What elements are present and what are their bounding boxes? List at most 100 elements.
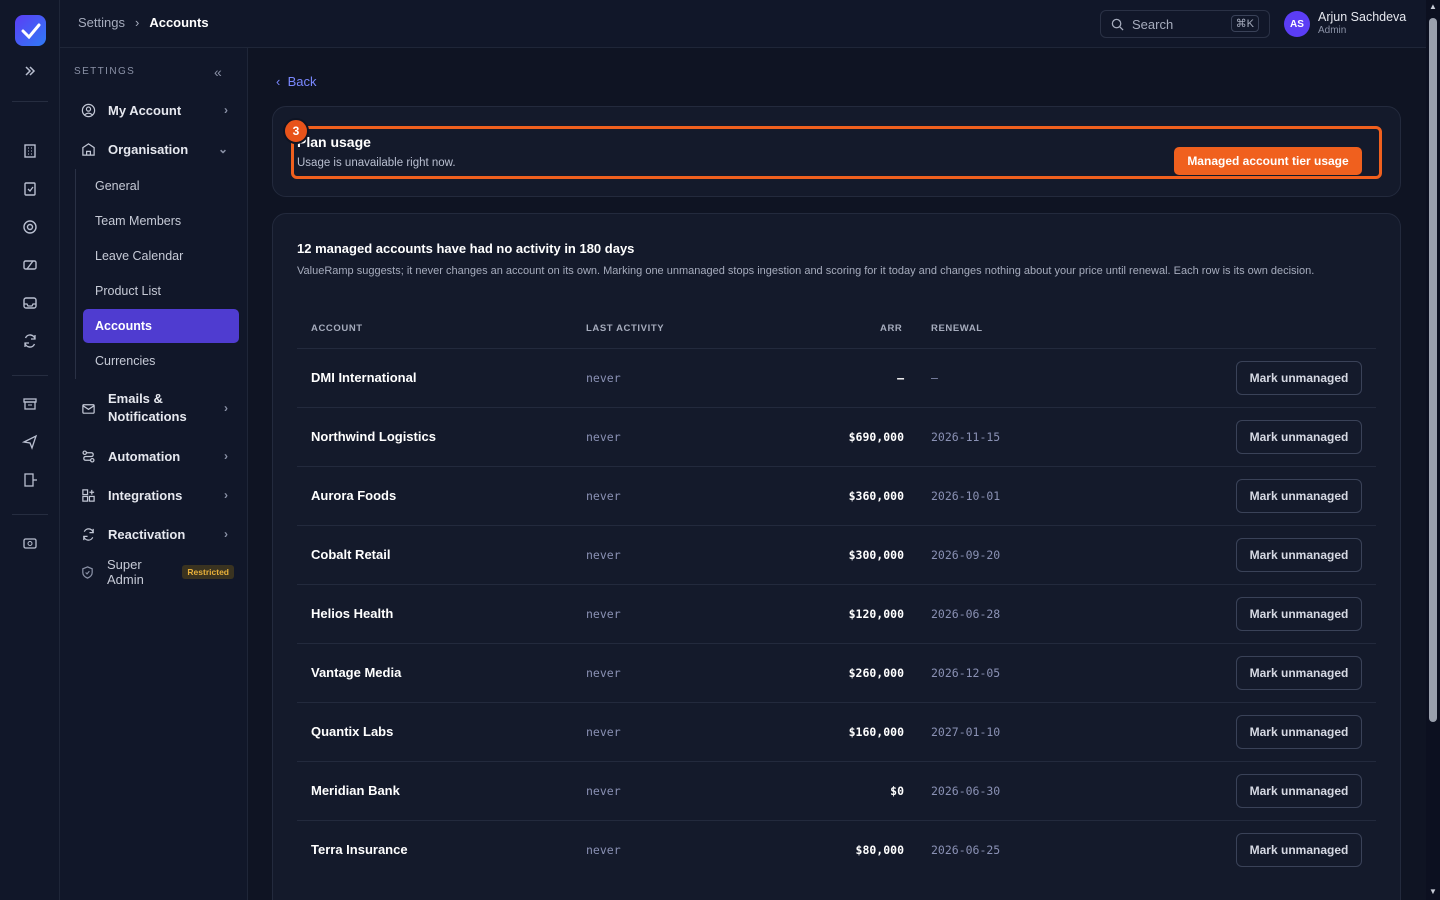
mark-unmanaged-button[interactable]: Mark unmanaged — [1236, 420, 1362, 454]
arr-value: $690,000 — [848, 430, 904, 444]
refresh-icon[interactable] — [20, 331, 40, 351]
chevron-right-icon: › — [224, 527, 228, 541]
sidebar-item-emails-notifications[interactable]: Emails & Notifications › — [74, 388, 234, 428]
arr-value: $300,000 — [848, 548, 904, 562]
breadcrumb-settings[interactable]: Settings — [78, 15, 125, 30]
breadcrumb-separator-icon: › — [134, 15, 140, 30]
account-name: Terra Insurance — [311, 842, 408, 857]
scroll-up-icon[interactable]: ▲ — [1429, 2, 1437, 11]
rail-divider — [12, 375, 48, 376]
column-header-arr: ARR — [880, 323, 903, 334]
document-check-icon[interactable] — [20, 179, 40, 199]
account-name: Helios Health — [311, 606, 394, 621]
billing-icon[interactable] — [20, 533, 40, 553]
send-icon[interactable] — [20, 432, 40, 452]
building-icon[interactable] — [20, 141, 40, 161]
renewal-date: 2026-11-15 — [931, 430, 1001, 444]
shield-icon — [80, 564, 95, 580]
user-name[interactable]: Arjun Sachdeva — [1318, 10, 1406, 24]
table-row: Cobalt Retail never $300,000 2026-09-20 Mark… — [297, 525, 1376, 584]
sidebar-item-label: Automation — [108, 448, 181, 464]
sidebar-item-my-account[interactable]: My Account › — [74, 93, 234, 127]
scrollbar-thumb[interactable] — [1429, 18, 1437, 722]
last-activity: never — [586, 784, 621, 798]
page-scrollbar[interactable]: ▲ ▼ — [1426, 0, 1440, 900]
sidebar-item-label: Organisation — [108, 141, 189, 157]
sidebar-item-label: Emails & — [108, 391, 163, 406]
archive-icon[interactable] — [20, 394, 40, 414]
mark-unmanaged-button[interactable]: Mark unmanaged — [1236, 715, 1362, 749]
sidebar-subitem-general[interactable]: General — [83, 169, 239, 203]
rail-divider — [12, 101, 48, 102]
renewal-date: 2026-06-30 — [931, 784, 1001, 798]
search-icon — [1111, 18, 1124, 31]
organisation-icon — [80, 141, 96, 157]
expand-icon[interactable] — [20, 61, 40, 81]
submenu-line — [75, 169, 76, 379]
mark-unmanaged-button[interactable]: Mark unmanaged — [1236, 656, 1362, 690]
last-activity: never — [586, 430, 621, 444]
sidebar-subitem-accounts[interactable]: Accounts — [83, 309, 239, 343]
search-box[interactable]: Search ⌘K — [1100, 10, 1270, 38]
sidebar-item-super-admin[interactable]: Super Admin Restricted — [74, 555, 234, 589]
sidebar-subitem-currencies[interactable]: Currencies — [83, 344, 239, 378]
sidebar-item-reactivation[interactable]: Reactivation › — [74, 517, 234, 551]
back-link[interactable]: ‹ Back — [276, 74, 316, 89]
column-header-account: ACCOUNT — [311, 323, 363, 334]
table-row: DMI International never — — Mark unmanaged — [297, 348, 1376, 407]
account-name: Vantage Media — [311, 665, 402, 680]
ticket-icon[interactable] — [20, 255, 40, 275]
arr-value: $160,000 — [848, 725, 904, 739]
reactivation-icon — [80, 526, 96, 542]
last-activity: never — [586, 843, 621, 857]
mark-unmanaged-button[interactable]: Mark unmanaged — [1236, 538, 1362, 572]
table-row: Quantix Labs never $160,000 2027-01-10 Mark … — [297, 702, 1376, 761]
sidebar-item-organisation[interactable]: Organisation ⌄ — [74, 132, 234, 166]
sidebar-subitem-product-list[interactable]: Product List — [83, 274, 239, 308]
column-header-last-activity: LAST ACTIVITY — [586, 323, 665, 334]
table-row: Meridian Bank never $0 2026-06-30 Mark unman… — [297, 761, 1376, 820]
last-activity: never — [586, 607, 621, 621]
app-logo-icon[interactable] — [15, 15, 46, 46]
column-header-renewal: RENEWAL — [931, 323, 983, 334]
chevron-right-icon: › — [224, 103, 228, 117]
arr-value: $260,000 — [848, 666, 904, 680]
avatar[interactable]: AS — [1284, 11, 1310, 37]
user-role: Admin — [1318, 25, 1347, 36]
table-row: Aurora Foods never $360,000 2026-10-01 Mark … — [297, 466, 1376, 525]
sidebar-item-label: My Account — [108, 102, 182, 118]
target-icon[interactable] — [20, 217, 40, 237]
managed-account-tier-usage-button[interactable]: Managed account tier usage — [1174, 147, 1362, 175]
main-content: ‹ Back Plan usage Usage is unavailable r… — [248, 48, 1426, 900]
plan-usage-title: Plan usage — [297, 134, 371, 150]
renewal-date: 2026-09-20 — [931, 548, 1001, 562]
sidebar-item-automation[interactable]: Automation › — [74, 439, 234, 473]
sidebar-subitem-leave-calendar[interactable]: Leave Calendar — [83, 239, 239, 273]
integrations-icon — [80, 487, 96, 503]
scroll-down-icon[interactable]: ▼ — [1429, 887, 1437, 896]
sidebar-item-integrations[interactable]: Integrations › — [74, 478, 234, 512]
renewal-date: — — [931, 371, 938, 385]
mark-unmanaged-button[interactable]: Mark unmanaged — [1236, 479, 1362, 513]
door-exit-icon[interactable] — [20, 470, 40, 490]
last-activity: never — [586, 725, 621, 739]
table-row: Helios Health never $120,000 2026-06-28 Mark… — [297, 584, 1376, 643]
step-badge: 3 — [283, 118, 309, 144]
mark-unmanaged-button[interactable]: Mark unmanaged — [1236, 361, 1362, 395]
inbox-icon[interactable] — [20, 293, 40, 313]
mark-unmanaged-button[interactable]: Mark unmanaged — [1236, 833, 1362, 867]
sidebar-item-label: Notifications — [108, 409, 187, 424]
last-activity: never — [586, 489, 621, 503]
arr-value: $360,000 — [848, 489, 904, 503]
rail-divider — [12, 514, 48, 515]
mark-unmanaged-button[interactable]: Mark unmanaged — [1236, 597, 1362, 631]
arr-value: $0 — [890, 784, 904, 798]
chevron-left-icon: ‹ — [276, 74, 281, 89]
sidebar-subitem-team-members[interactable]: Team Members — [83, 204, 239, 238]
mark-unmanaged-button[interactable]: Mark unmanaged — [1236, 774, 1362, 808]
account-name: Meridian Bank — [311, 783, 400, 798]
renewal-date: 2027-01-10 — [931, 725, 1001, 739]
inactive-accounts-card: 12 managed accounts have had no activity… — [272, 213, 1401, 900]
user-circle-icon — [80, 102, 96, 118]
collapse-sidebar-icon[interactable]: « — [214, 64, 222, 80]
